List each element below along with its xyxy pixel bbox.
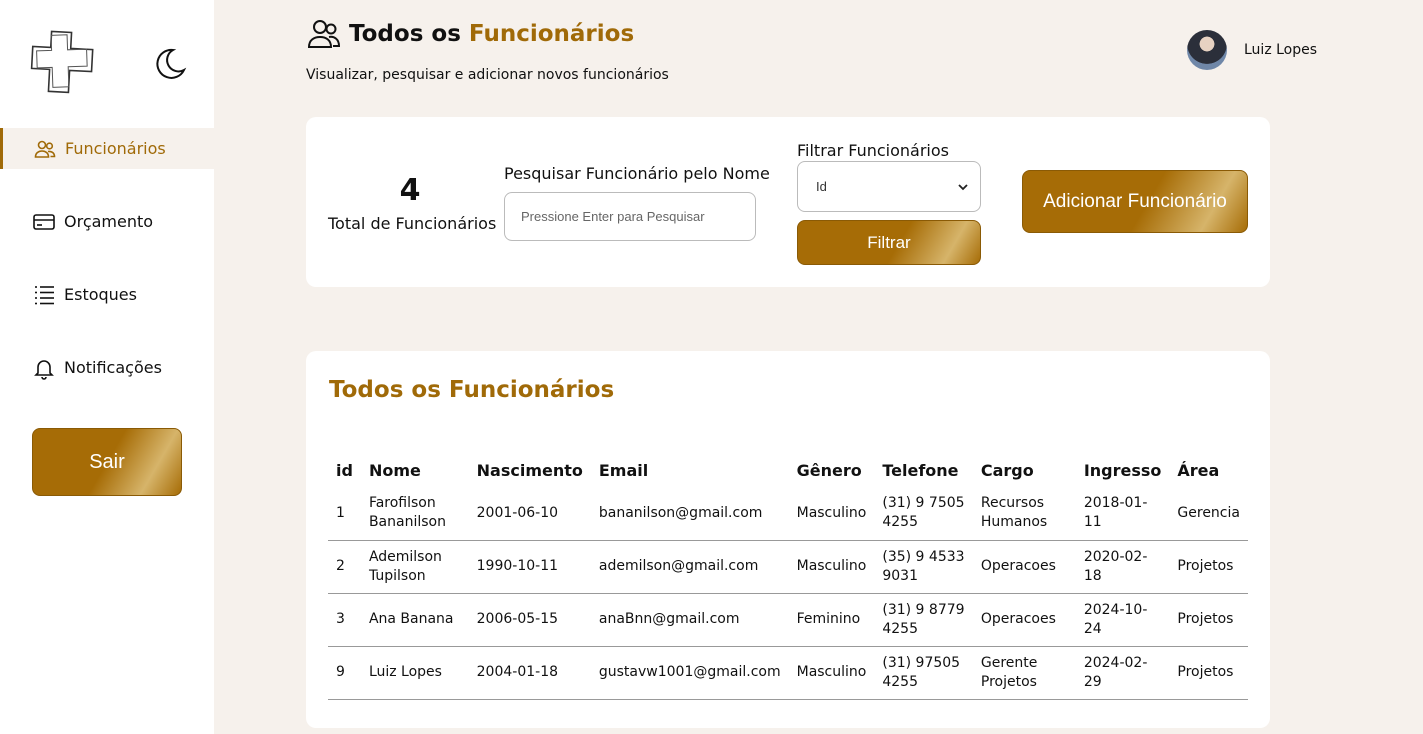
table-cell: Gerente Projetos [972, 646, 1076, 700]
table-cell: (35) 9 4533 9031 [874, 540, 973, 594]
users-icon [33, 137, 57, 161]
search-label: Pesquisar Funcionário pelo Nome [504, 164, 770, 183]
user-profile[interactable]: Luiz Lopes [1187, 30, 1317, 70]
column-header: Ingresso [1083, 461, 1162, 480]
table-cell: Recursos Humanos [972, 487, 1076, 541]
column-header: Email [598, 461, 649, 480]
employees-table: id Nome Nascimento Email Gênero Telefone… [328, 454, 1248, 700]
table-cell: Farofilson Bananilson [360, 487, 469, 541]
table-cell: (31) 97505 4255 [874, 646, 973, 700]
table-cell: 1990-10-11 [468, 540, 591, 594]
filter-select-value: Id [816, 179, 827, 194]
credit-card-icon [32, 210, 56, 234]
table-row[interactable]: 2 Ademilson Tupilson 1990-10-11 ademilson@g… [328, 540, 1248, 594]
table-cell: Luiz Lopes [360, 646, 469, 700]
bell-icon [32, 356, 56, 380]
list-icon [32, 283, 56, 307]
table-cell: Projetos [1169, 593, 1248, 647]
table-cell: 2004-01-18 [468, 646, 591, 700]
total-label: Total de Funcionários [328, 214, 497, 233]
table-cell: Masculino [788, 646, 875, 700]
table-cell: 2018-01-11 [1075, 487, 1170, 541]
sidebar: Funcionários Orçamento Estoques Notifica… [0, 0, 214, 734]
table-cell: 2 [328, 540, 361, 594]
page-subtitle: Visualizar, pesquisar e adicionar novos … [306, 67, 669, 83]
table-cell: 2024-02-29 [1075, 646, 1170, 700]
filter-button[interactable]: Filtrar [797, 220, 981, 265]
total-count: 4 [399, 173, 421, 208]
users-icon [307, 20, 341, 48]
table-cell: 2001-06-10 [468, 487, 591, 541]
column-header: Nascimento [476, 461, 583, 480]
table-row[interactable]: 1 Farofilson Bananilson 2001-06-10 bananils… [328, 487, 1248, 541]
sidebar-item-estoques[interactable]: Estoques [0, 274, 214, 315]
employees-card: Todos os Funcionários id Nome Nascimento… [306, 351, 1270, 728]
column-header: Nome [368, 461, 421, 480]
moon-icon[interactable] [151, 46, 187, 82]
table-cell: 9 [328, 646, 361, 700]
sidebar-item-label: Orçamento [64, 212, 154, 231]
table-cell: gustavw1001@gmail.com [590, 646, 789, 700]
table-cell: (31) 9 8779 4255 [874, 593, 973, 647]
add-employee-button[interactable]: Adicionar Funcionário [1022, 170, 1248, 233]
table-cell: (31) 9 7505 4255 [874, 487, 973, 541]
user-name: Luiz Lopes [1244, 42, 1318, 58]
table-cell: Masculino [788, 487, 875, 541]
filter-select[interactable]: Id [797, 161, 981, 212]
table-cell: anaBnn@gmail.com [590, 593, 789, 647]
column-header: Telefone [882, 461, 959, 480]
sidebar-item-funcionarios[interactable]: Funcionários [0, 128, 214, 169]
avatar[interactable] [1187, 30, 1227, 70]
summary-card: 4 Total de Funcionários Pesquisar Funcio… [306, 117, 1270, 287]
sidebar-item-label: Notificações [64, 358, 162, 377]
page-title-plain: Todos os [349, 21, 461, 47]
page-title: Todos os Funcionários [307, 18, 634, 50]
filter-label: Filtrar Funcionários [797, 141, 949, 160]
sidebar-item-label: Funcionários [65, 139, 166, 158]
table-cell: ademilson@gmail.com [590, 540, 789, 594]
page-title-accent: Funcionários [468, 21, 635, 47]
table-cell: Ademilson Tupilson [360, 540, 469, 594]
table-cell: Masculino [788, 540, 875, 594]
table-cell: Gerencia [1169, 487, 1248, 541]
logout-button[interactable]: Sair [32, 428, 182, 496]
table-cell: Projetos [1169, 646, 1248, 700]
table-title: Todos os Funcionários [329, 377, 615, 403]
sidebar-item-notificacoes[interactable]: Notificações [0, 347, 214, 388]
table-cell: bananilson@gmail.com [590, 487, 789, 541]
table-cell: 2024-10-24 [1075, 593, 1170, 647]
table-cell: Operacoes [972, 540, 1076, 594]
column-header: id [336, 461, 353, 480]
search-input[interactable] [504, 192, 756, 241]
table-cell: 2006-05-15 [468, 593, 591, 647]
sidebar-item-orcamento[interactable]: Orçamento [0, 201, 214, 242]
chevron-down-icon [958, 179, 968, 194]
column-header: Área [1177, 461, 1220, 480]
table-cell: Operacoes [972, 593, 1076, 647]
table-cell: 1 [328, 487, 361, 541]
table-row[interactable]: 9 Luiz Lopes 2004-01-18 gustavw1001@gmail.c… [328, 646, 1248, 700]
column-header: Gênero [796, 461, 862, 480]
medical-cross-logo-icon [28, 28, 96, 96]
table-cell: 3 [328, 593, 361, 647]
table-cell: Feminino [788, 593, 875, 647]
column-header: Cargo [980, 461, 1034, 480]
table-row[interactable]: 3 Ana Banana 2006-05-15 anaBnn@gmail.com Fem… [328, 593, 1248, 647]
sidebar-item-label: Estoques [64, 285, 137, 304]
table-cell: 2020-02-18 [1075, 540, 1170, 594]
table-cell: Ana Banana [360, 593, 469, 647]
table-cell: Projetos [1169, 540, 1248, 594]
table-header-row: id Nome Nascimento Email Gênero Telefone… [328, 454, 1248, 487]
